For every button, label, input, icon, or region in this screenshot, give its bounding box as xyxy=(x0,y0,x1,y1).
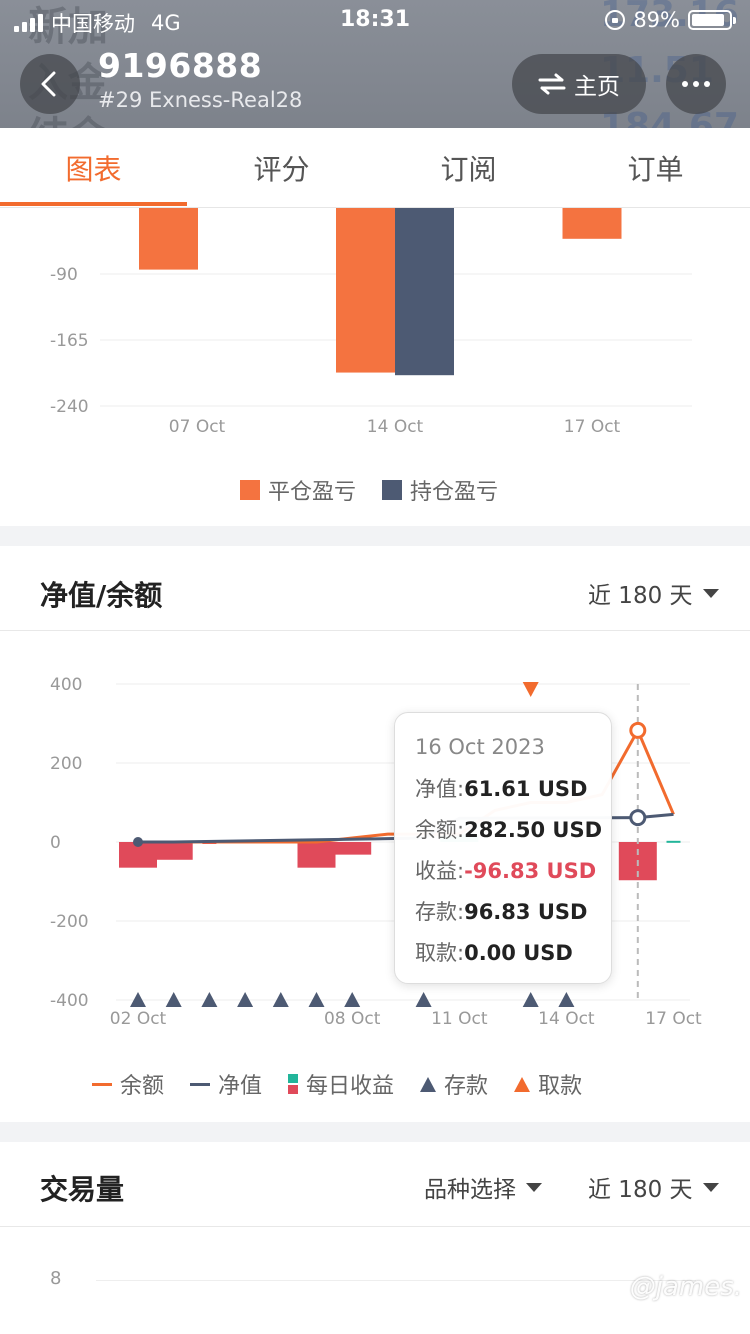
symbol-selector[interactable]: 品种选择 xyxy=(424,1170,542,1204)
chevron-left-icon xyxy=(41,71,56,97)
chart-tooltip: 16 Oct 2023 净值:61.61 USD 余额:282.50 USD 收… xyxy=(394,712,612,984)
legend-line xyxy=(92,1082,112,1086)
chevron-down-icon xyxy=(526,1182,542,1192)
period-label: 近 180 天 xyxy=(588,1177,693,1203)
y-tick-label: 0 xyxy=(50,833,61,853)
y-tick-label: -400 xyxy=(50,991,89,1011)
x-tick-label: 11 Oct xyxy=(431,1009,488,1029)
equity-line-chart: 400 200 0 -200 -400 02 Oct 08 Oct 11 Oct 14 Oct 1… xyxy=(50,675,702,1029)
period-selector[interactable]: 近 180 天 xyxy=(588,1170,719,1204)
period-label: 近 180 天 xyxy=(588,583,693,609)
legend-label: 净值 xyxy=(218,1074,263,1099)
section-title: 净值/余额 xyxy=(40,579,163,612)
x-tick-label: 02 Oct xyxy=(110,1009,167,1029)
tab-bar: 图表 评分 订阅 订单 xyxy=(0,128,750,208)
y-tick-label: 200 xyxy=(50,754,82,774)
tooltip-row-profit: 收益:-96.83 USD xyxy=(415,859,597,883)
daily-profit-bar xyxy=(333,842,372,855)
x-tick-label: 08 Oct xyxy=(324,1009,381,1029)
bar-closed-pnl xyxy=(336,208,395,373)
triangle-up-icon xyxy=(514,1076,531,1092)
equity-point xyxy=(133,837,143,847)
more-dots-icon xyxy=(682,81,688,87)
legend-label: 存款 xyxy=(444,1074,489,1099)
tab-orders[interactable]: 订单 xyxy=(562,148,749,188)
y-tick-label: -90 xyxy=(50,265,78,285)
balance-highlight-point xyxy=(629,721,647,739)
watermark-text: @james. xyxy=(629,1272,742,1302)
equity-legend: 余额 净值 每日收益 存款 取款 xyxy=(92,1068,608,1100)
section-title: 交易量 xyxy=(40,1173,125,1206)
section-divider xyxy=(0,1226,750,1227)
legend-deposit[interactable]: 存款 xyxy=(420,1068,488,1100)
tooltip-date: 16 Oct 2023 xyxy=(415,735,545,759)
pnl-bar-chart: -90 -165 -240 07 Oct 14 Oct 17 Oct xyxy=(50,208,692,437)
y-tick-label: 8 xyxy=(50,1268,62,1289)
account-number: 9196888 xyxy=(98,46,263,85)
daily-profit-bar xyxy=(154,842,193,860)
equity-balance-card: 净值/余额 近 180 天 400 200 0 -200 -400 02 Oct 08 Oc… xyxy=(0,546,750,1122)
account-header: 新加 入金 结余 173.16 11.51 184.67 中国移动 4G 18:… xyxy=(0,0,750,128)
legend-closed-pnl[interactable]: 平仓盈亏 xyxy=(240,474,356,506)
tab-subscription[interactable]: 订阅 xyxy=(375,148,562,188)
x-tick-label: 17 Oct xyxy=(645,1009,702,1029)
withdraw-marker xyxy=(522,682,539,697)
triangle-up-icon xyxy=(420,1076,437,1092)
daily-profit-bar xyxy=(297,842,336,868)
legend-daily-profit[interactable]: 每日收益 xyxy=(288,1068,394,1100)
rotation-lock-icon xyxy=(605,10,626,30)
y-tick-label: -200 xyxy=(50,912,89,932)
pnl-chart-card: -90 -165 -240 07 Oct 14 Oct 17 Oct 平仓盈亏 持仓盈亏 xyxy=(0,208,750,526)
x-tick-label: 14 Oct xyxy=(367,417,424,437)
section-divider xyxy=(0,630,750,631)
equity-highlight-point xyxy=(629,809,647,827)
back-button[interactable] xyxy=(20,54,80,114)
legend-swatch xyxy=(288,1074,299,1094)
y-tick-label: 400 xyxy=(50,675,82,695)
symbol-select-label: 品种选择 xyxy=(424,1177,516,1203)
battery-icon xyxy=(688,10,736,30)
chevron-down-icon xyxy=(702,588,719,598)
pnl-legend: 平仓盈亏 持仓盈亏 xyxy=(240,474,524,506)
battery-percent: 89% xyxy=(633,8,680,32)
y-tick-label: -165 xyxy=(50,331,89,351)
y-tick-label: -240 xyxy=(50,397,89,417)
bar-closed-pnl xyxy=(139,208,198,270)
tab-chart[interactable]: 图表 xyxy=(0,148,187,188)
x-tick-label: 07 Oct xyxy=(169,417,226,437)
chevron-down-icon xyxy=(702,1182,719,1192)
legend-label: 平仓盈亏 xyxy=(268,480,357,505)
home-button[interactable]: 主页 xyxy=(512,54,646,114)
legend-balance[interactable]: 余额 xyxy=(92,1068,164,1100)
legend-withdraw[interactable]: 取款 xyxy=(514,1068,582,1100)
tooltip-row-deposit: 存款:96.83 USD xyxy=(415,900,588,924)
daily-profit-bar xyxy=(666,840,681,843)
x-tick-label: 17 Oct xyxy=(564,417,621,437)
legend-swatch xyxy=(240,480,260,500)
account-server: #29 Exness-Real28 xyxy=(98,88,303,112)
legend-label: 每日收益 xyxy=(306,1074,395,1099)
legend-label: 持仓盈亏 xyxy=(410,480,499,505)
swap-arrows-icon xyxy=(538,73,566,95)
tooltip-row-equity: 净值:61.61 USD xyxy=(415,777,588,801)
tooltip-row-balance: 余额:282.50 USD xyxy=(415,818,603,842)
period-selector[interactable]: 近 180 天 xyxy=(588,576,719,610)
bar-floating-pnl xyxy=(395,208,454,376)
gridline xyxy=(96,1280,696,1281)
volume-card: 交易量 品种选择 近 180 天 8 xyxy=(0,1142,750,1334)
status-bar: 中国移动 4G 18:31 89% xyxy=(0,0,750,40)
legend-label: 取款 xyxy=(538,1074,583,1099)
home-button-label: 主页 xyxy=(574,74,620,100)
tooltip-row-withdraw: 取款:0.00 USD xyxy=(415,941,573,965)
legend-swatch xyxy=(382,480,403,500)
legend-equity[interactable]: 净值 xyxy=(190,1068,262,1100)
x-tick-label: 14 Oct xyxy=(538,1009,595,1029)
more-button[interactable] xyxy=(666,54,726,114)
active-tab-indicator xyxy=(0,202,187,206)
bar-closed-pnl xyxy=(562,208,622,239)
legend-label: 余额 xyxy=(120,1074,165,1099)
tab-rating[interactable]: 评分 xyxy=(188,148,375,188)
legend-floating-pnl[interactable]: 持仓盈亏 xyxy=(382,474,498,506)
legend-line xyxy=(190,1082,211,1086)
